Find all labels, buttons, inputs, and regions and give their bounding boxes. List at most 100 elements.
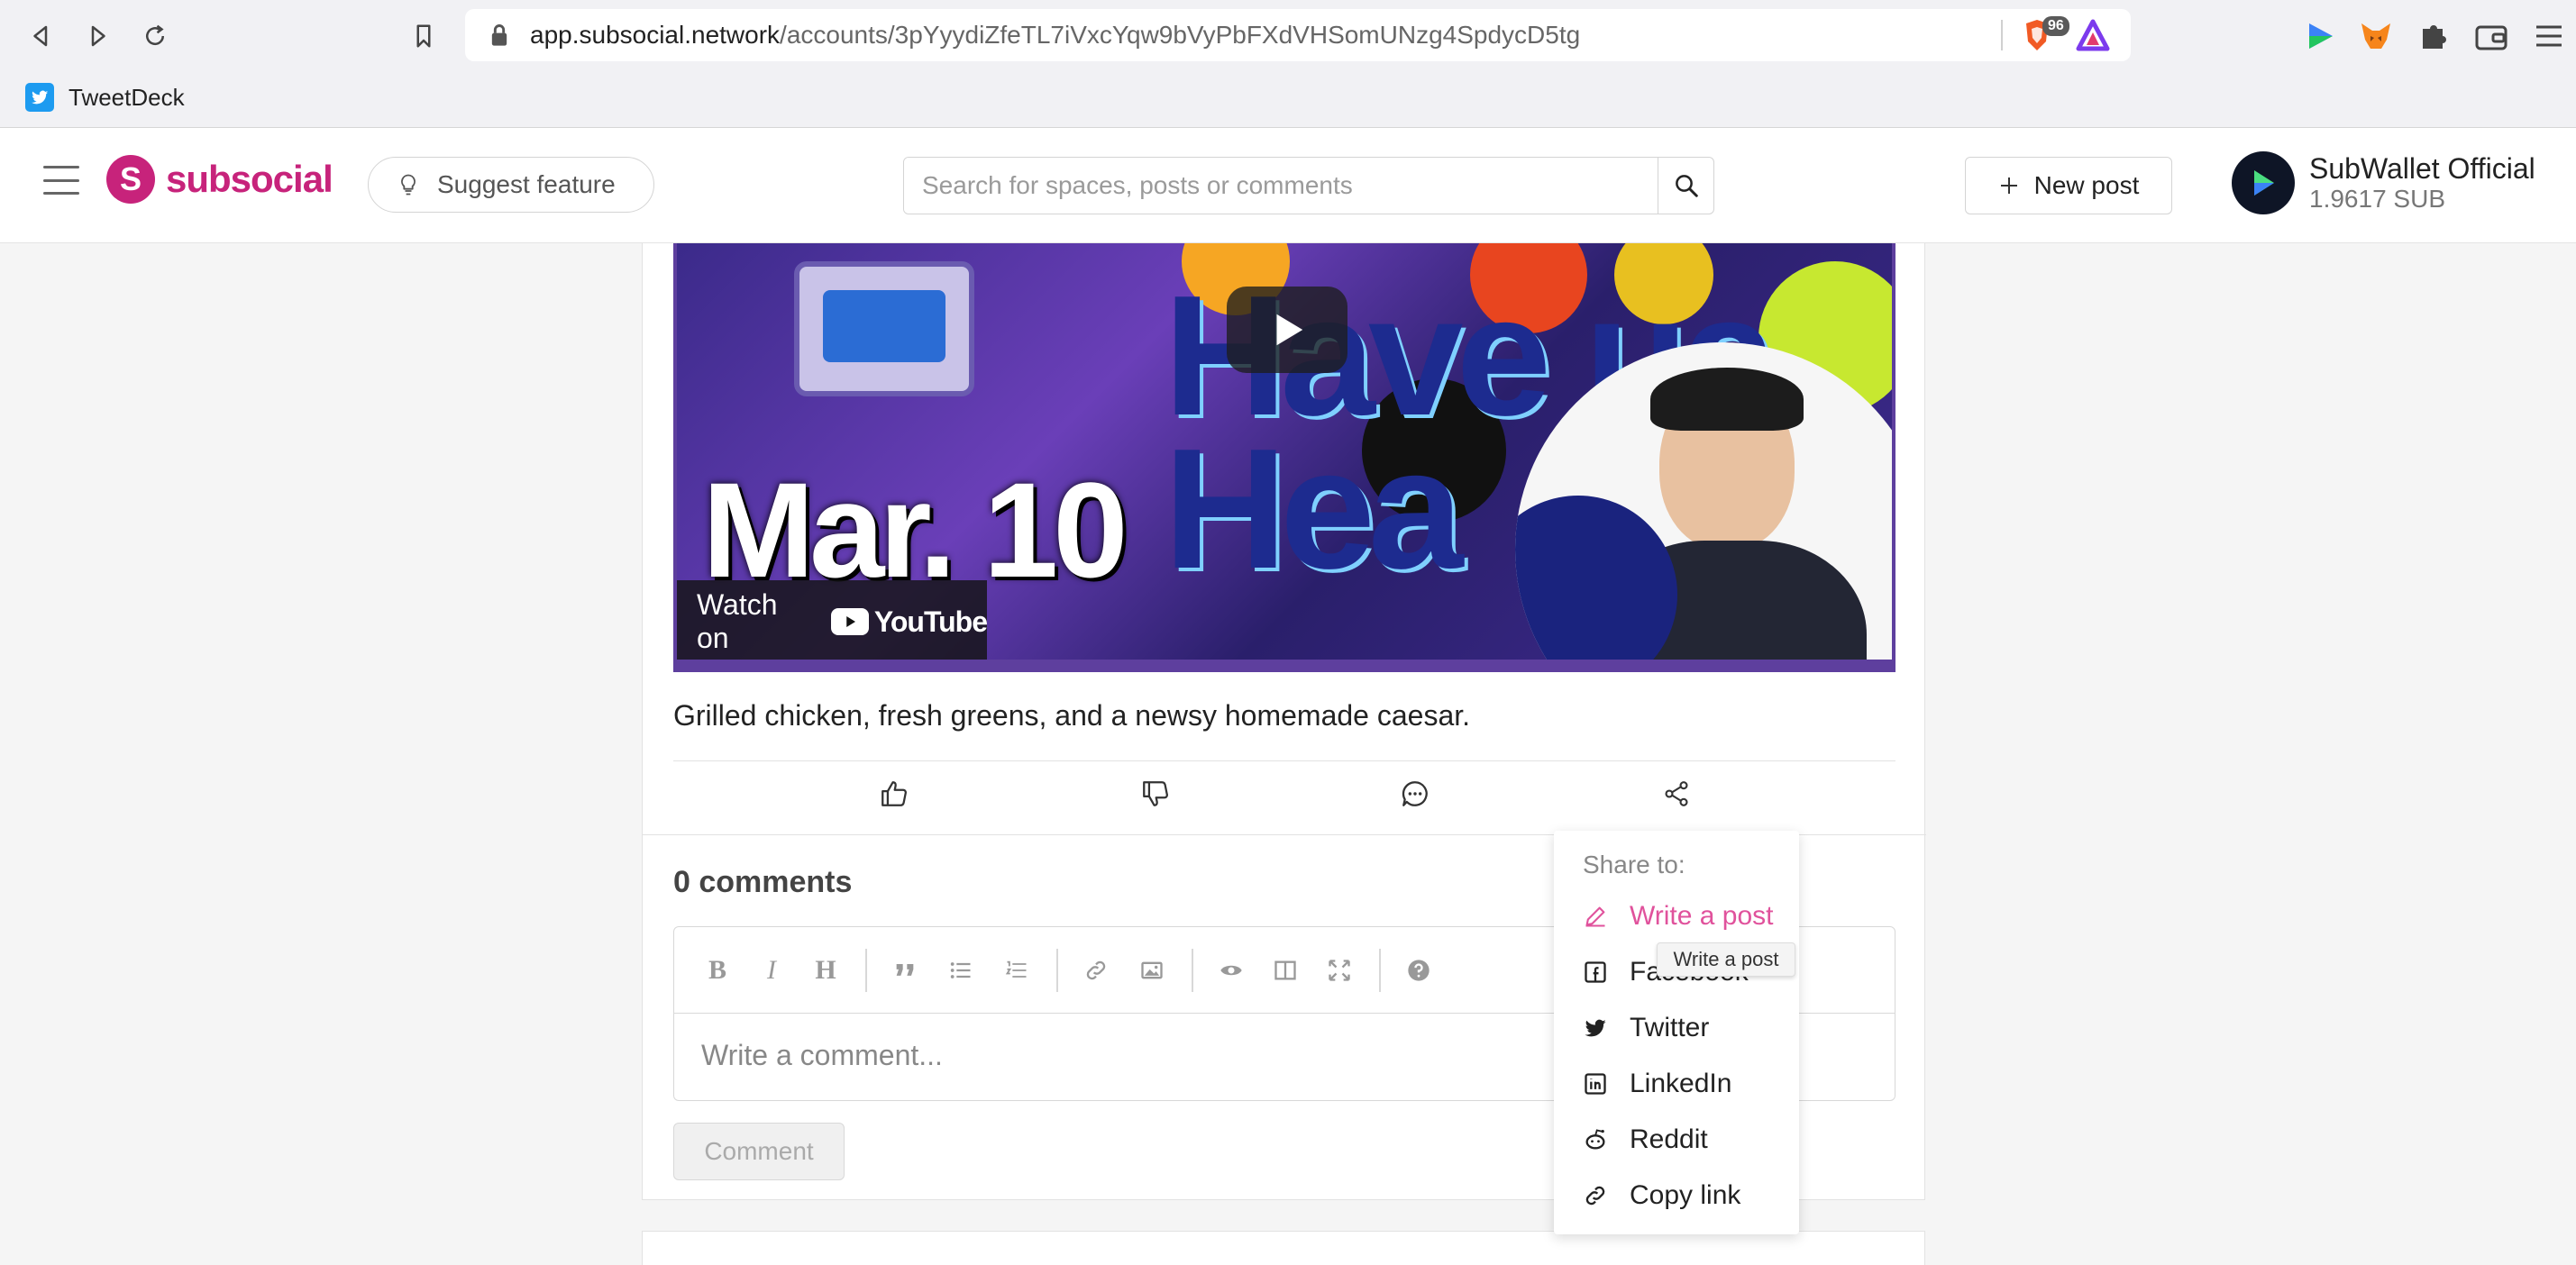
youtube-label: YouTube <box>873 605 988 638</box>
link-icon <box>1086 960 1106 980</box>
share-item-label: LinkedIn <box>1630 1069 1732 1098</box>
reddit-icon <box>1585 1129 1605 1150</box>
back-icon <box>33 25 48 47</box>
share-item-label: Copy link <box>1630 1180 1741 1210</box>
youtube-icon <box>830 608 869 635</box>
comment-button[interactable] <box>1393 771 1438 816</box>
share-copy-link[interactable]: Copy link <box>1583 1180 1740 1211</box>
watch-on-youtube-button[interactable]: Watch on YouTube <box>677 580 988 660</box>
quote-button[interactable] <box>889 954 921 987</box>
image-button[interactable] <box>1136 954 1168 987</box>
bookmark-icon <box>416 24 431 48</box>
extensions-puzzle-icon[interactable] <box>2416 18 2452 54</box>
play-button[interactable] <box>1227 287 1347 373</box>
search-button[interactable] <box>1658 158 1713 214</box>
new-post-button[interactable]: New post <box>1965 157 2172 214</box>
comment-input[interactable]: Write a comment... <box>701 1039 943 1072</box>
comment-icon <box>1402 781 1428 806</box>
bookmark-tweetdeck[interactable]: TweetDeck <box>25 83 185 112</box>
account-menu[interactable]: SubWallet Official 1.9617 SUB <box>2232 151 2535 214</box>
search-icon <box>1675 175 1698 197</box>
write-post-tooltip: Write a post <box>1657 942 1795 977</box>
search-input[interactable] <box>904 158 1658 214</box>
toolbar-separator <box>1056 949 1058 992</box>
new-post-label: New post <box>2033 171 2140 199</box>
bookmark-label: TweetDeck <box>69 83 185 111</box>
suggest-feature-button[interactable]: Suggest feature <box>368 157 654 213</box>
brave-shield-count: 96 <box>2042 16 2069 36</box>
forward-icon <box>91 25 105 47</box>
back-button[interactable] <box>22 16 61 56</box>
account-balance: 1.9617 SUB <box>2309 185 2445 213</box>
share-icon <box>1665 781 1688 806</box>
lightbulb-icon <box>401 174 416 196</box>
numbered-list-icon <box>1005 960 1027 978</box>
preview-button[interactable] <box>1215 954 1247 987</box>
robot-illustration <box>794 261 974 396</box>
bold-button[interactable]: B <box>701 954 734 987</box>
url-path: /accounts/3pYyydiZfeTL7iVxcYqw9bVyPbFXdV… <box>780 21 1581 49</box>
upvote-button[interactable] <box>872 771 917 816</box>
wallet-icon[interactable] <box>2473 18 2509 54</box>
subsocial-logo-icon: S <box>106 155 155 204</box>
fullscreen-icon <box>1329 960 1350 981</box>
account-info: SubWallet Official 1.9617 SUB <box>2309 152 2535 214</box>
lock-icon <box>491 24 507 46</box>
share-item-label: Reddit <box>1630 1124 1708 1154</box>
hamburger-menu-button[interactable] <box>41 160 81 200</box>
app-header: S subsocial Suggest feature New post Sub… <box>0 128 2576 243</box>
reload-button[interactable] <box>135 16 175 56</box>
forward-button[interactable] <box>78 16 117 56</box>
help-button[interactable] <box>1402 954 1435 987</box>
bookmark-button[interactable] <box>404 16 443 56</box>
post-body: Grilled chicken, fresh greens, and a new… <box>673 699 1471 732</box>
share-menu: Share to: Write a post Facebook Twitter … <box>1554 831 1799 1234</box>
brave-rewards-icon[interactable] <box>2075 18 2111 54</box>
link-icon <box>1585 1186 1605 1206</box>
pencil-icon <box>1585 906 1605 927</box>
facebook-icon <box>1585 961 1606 983</box>
youtube-video-embed[interactable]: Have ua Hea Mar. 10 Watch on YouTube <box>673 243 1895 672</box>
link-button[interactable] <box>1080 954 1112 987</box>
downvote-button[interactable] <box>1133 771 1178 816</box>
browser-chrome: app.subsocial.network/accounts/3pYyydiZf… <box>0 0 2576 128</box>
url-text: app.subsocial.network/accounts/3pYyydiZf… <box>530 21 1580 50</box>
bookmarks-bar: TweetDeck <box>0 70 2576 124</box>
thumbs-down-icon <box>1143 781 1168 806</box>
numbered-list-button[interactable] <box>1000 954 1033 987</box>
share-twitter[interactable]: Twitter <box>1583 1013 1709 1043</box>
avatar <box>2232 151 2295 214</box>
share-button[interactable] <box>1654 771 1699 816</box>
italic-button[interactable]: I <box>755 954 788 987</box>
share-menu-heading: Share to: <box>1583 851 1685 878</box>
play-icon <box>1276 314 1303 346</box>
plus-icon <box>2000 177 2017 194</box>
fullscreen-button[interactable] <box>1323 954 1356 987</box>
watch-on-label: Watch on <box>697 588 778 654</box>
bullet-list-button[interactable] <box>945 954 977 987</box>
share-reddit[interactable]: Reddit <box>1583 1124 1708 1155</box>
columns-icon <box>1274 960 1296 980</box>
comment-submit-button[interactable]: Comment <box>673 1123 845 1180</box>
twitter-icon <box>25 83 54 112</box>
heading-button[interactable]: H <box>809 954 842 987</box>
menu-icon[interactable] <box>2531 18 2567 54</box>
extension-play-icon[interactable] <box>2302 18 2338 54</box>
address-bar[interactable]: app.subsocial.network/accounts/3pYyydiZf… <box>465 9 2131 61</box>
help-icon <box>1408 960 1430 981</box>
share-linkedin[interactable]: LinkedIn <box>1583 1069 1731 1099</box>
share-item-label: Twitter <box>1630 1013 1710 1042</box>
share-write-post[interactable]: Write a post <box>1583 901 1774 932</box>
thumbs-up-icon <box>882 781 907 806</box>
url-divider <box>2001 20 2003 50</box>
reload-icon <box>146 24 165 46</box>
url-host: app.subsocial.network <box>530 21 781 49</box>
metamask-icon[interactable] <box>2358 18 2394 54</box>
next-post-card <box>642 1231 1925 1265</box>
subsocial-logo[interactable]: S subsocial <box>106 155 333 204</box>
quote-icon <box>896 964 914 976</box>
image-icon <box>1141 961 1163 979</box>
side-by-side-button[interactable] <box>1269 954 1302 987</box>
comments-count: 0 comments <box>673 865 853 899</box>
suggest-feature-label: Suggest feature <box>437 170 616 198</box>
